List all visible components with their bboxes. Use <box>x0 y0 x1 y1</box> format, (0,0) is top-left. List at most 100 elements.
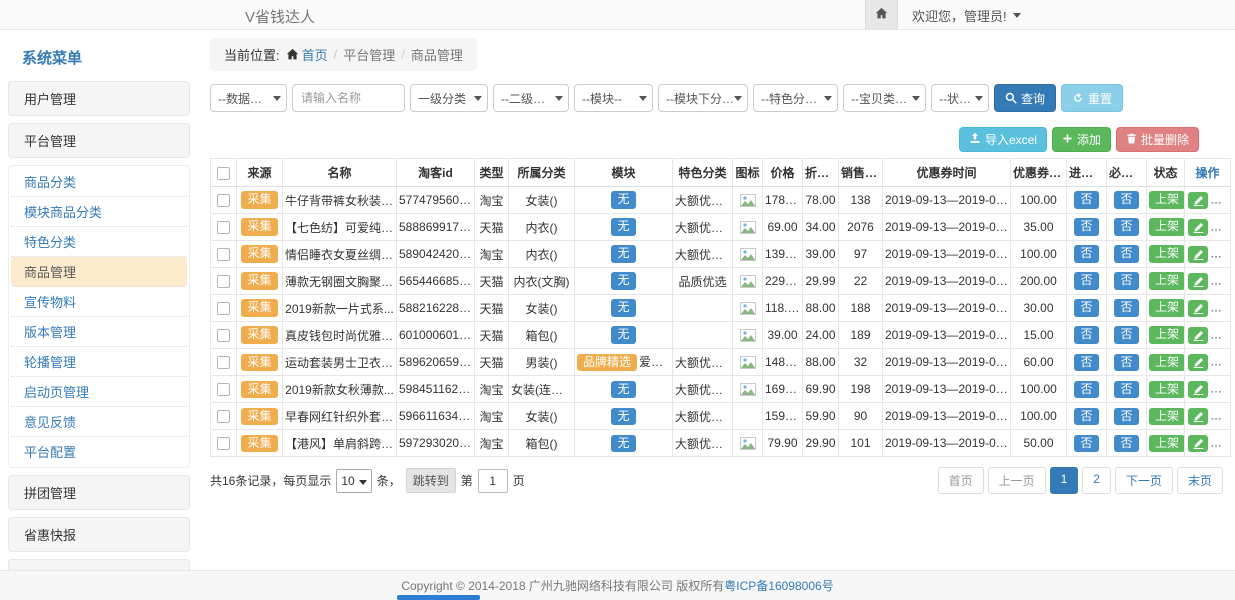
source-badge: 采集 <box>241 245 277 262</box>
status-badge[interactable]: 上架 <box>1149 326 1185 343</box>
status-badge[interactable]: 上架 <box>1149 299 1185 316</box>
level1-category-select[interactable]: 一级分类 <box>410 84 488 112</box>
status-select[interactable]: --状态-- <box>931 84 989 112</box>
edit-button[interactable] <box>1188 192 1208 209</box>
row-checkbox[interactable] <box>217 356 230 369</box>
row-checkbox[interactable] <box>217 383 230 396</box>
cell-status: 上架 <box>1147 322 1185 349</box>
sidebar-item-goods-mgmt[interactable]: 商品管理 <box>11 257 187 287</box>
import-select-toggle[interactable]: 否 <box>1074 218 1098 235</box>
search-button[interactable]: 查询 <box>994 84 1056 112</box>
cell-feature-category <box>673 295 733 322</box>
sidebar-item-goods-category[interactable]: 商品分类 <box>11 167 187 197</box>
bottom-scrollbar-thumb[interactable] <box>397 595 480 600</box>
status-badge[interactable]: 上架 <box>1149 354 1185 371</box>
edit-button[interactable] <box>1188 435 1208 452</box>
import-select-toggle[interactable]: 否 <box>1074 272 1098 289</box>
select-all-checkbox[interactable] <box>217 167 230 180</box>
icp-link[interactable]: 粤ICP备16098006号 <box>724 577 833 594</box>
must-buy-toggle[interactable]: 否 <box>1114 191 1138 208</box>
reset-button[interactable]: 重置 <box>1061 84 1123 112</box>
breadcrumb-home-link[interactable]: 首页 <box>286 45 328 64</box>
cell-import-select: 否 <box>1067 322 1107 349</box>
module-subcategory-select[interactable]: --模块下分类-- <box>658 84 748 112</box>
must-buy-toggle[interactable]: 否 <box>1114 435 1138 452</box>
user-menu[interactable]: 欢迎您，管理员! <box>898 6 1035 25</box>
page-button-下一页[interactable]: 下一页 <box>1115 467 1173 494</box>
row-checkbox[interactable] <box>217 302 230 315</box>
must-buy-toggle[interactable]: 否 <box>1114 272 1138 289</box>
per-page-select[interactable]: 10 <box>336 469 371 493</box>
item-type-select[interactable]: --宝贝类型-- <box>843 84 926 112</box>
module-select[interactable]: --模块-- <box>574 84 653 112</box>
import-select-toggle[interactable]: 否 <box>1074 408 1098 425</box>
import-select-toggle[interactable]: 否 <box>1074 435 1098 452</box>
must-buy-toggle[interactable]: 否 <box>1114 408 1138 425</box>
sidebar-item-feedback[interactable]: 意见反馈 <box>11 407 187 437</box>
must-buy-toggle[interactable]: 否 <box>1114 381 1138 398</box>
status-badge[interactable]: 上架 <box>1149 381 1185 398</box>
import-select-toggle[interactable]: 否 <box>1074 245 1098 262</box>
import-excel-button[interactable]: 导入excel <box>959 127 1047 152</box>
import-select-toggle[interactable]: 否 <box>1074 381 1098 398</box>
must-buy-toggle[interactable]: 否 <box>1114 218 1138 235</box>
jump-button[interactable]: 跳转到 <box>406 468 456 493</box>
sidebar-item-platform-config[interactable]: 平台配置 <box>11 437 187 466</box>
must-buy-toggle[interactable]: 否 <box>1114 299 1138 316</box>
sidebar-item-promo-materials[interactable]: 宣传物料 <box>11 287 187 317</box>
row-checkbox[interactable] <box>217 221 230 234</box>
row-checkbox[interactable] <box>217 329 230 342</box>
import-select-toggle[interactable]: 否 <box>1074 191 1098 208</box>
row-checkbox[interactable] <box>217 248 230 261</box>
status-badge[interactable]: 上架 <box>1149 245 1185 262</box>
status-badge[interactable]: 上架 <box>1149 272 1185 289</box>
sidebar-group-group-buy-mgmt[interactable]: 拼团管理 <box>8 475 190 510</box>
page-button-上一页[interactable]: 上一页 <box>988 467 1046 494</box>
must-buy-toggle[interactable]: 否 <box>1114 245 1138 262</box>
home-button[interactable] <box>865 0 898 30</box>
edit-button[interactable] <box>1188 381 1208 398</box>
page-button-末页[interactable]: 末页 <box>1177 467 1223 494</box>
sidebar-item-carousel-mgmt[interactable]: 轮播管理 <box>11 347 187 377</box>
name-input[interactable] <box>292 84 405 112</box>
sidebar-item-feature-category[interactable]: 特色分类 <box>11 227 187 257</box>
row-checkbox[interactable] <box>217 194 230 207</box>
edit-button[interactable] <box>1188 273 1208 290</box>
data-source-select[interactable]: --数据来源-- <box>210 84 287 112</box>
sidebar-item-module-goods-category[interactable]: 模块商品分类 <box>11 197 187 227</box>
jump-page-input[interactable] <box>478 469 508 493</box>
sidebar-item-version-mgmt[interactable]: 版本管理 <box>11 317 187 347</box>
sidebar-group-savings-express[interactable]: 省惠快报 <box>8 517 190 552</box>
add-button[interactable]: 添加 <box>1052 127 1111 152</box>
sidebar-group-user-mgmt[interactable]: 用户管理 <box>8 81 190 116</box>
import-select-toggle[interactable]: 否 <box>1074 326 1098 343</box>
edit-button[interactable] <box>1188 300 1208 317</box>
status-badge[interactable]: 上架 <box>1149 435 1185 452</box>
page-button-2[interactable]: 2 <box>1082 467 1111 494</box>
edit-button[interactable] <box>1188 219 1208 236</box>
import-select-toggle[interactable]: 否 <box>1074 299 1098 316</box>
batch-delete-button[interactable]: 批量删除 <box>1116 127 1199 152</box>
sidebar-group-platform-mgmt[interactable]: 平台管理 <box>8 123 190 158</box>
must-buy-toggle[interactable]: 否 <box>1114 354 1138 371</box>
sidebar-item-splash-page-mgmt[interactable]: 启动页管理 <box>11 377 187 407</box>
table-row: 采集运动套装男士卫衣初秋...589620659791天猫男装()品牌精选爱上运… <box>211 349 1231 376</box>
status-badge[interactable]: 上架 <box>1149 408 1185 425</box>
cell-taoke-id: 598451162391 <box>397 376 475 403</box>
edit-button[interactable] <box>1188 327 1208 344</box>
level2-category-select[interactable]: --二级分类-- <box>493 84 569 112</box>
page-button-1[interactable]: 1 <box>1050 467 1079 494</box>
row-checkbox[interactable] <box>217 410 230 423</box>
must-buy-toggle[interactable]: 否 <box>1114 326 1138 343</box>
feature-category-select[interactable]: --特色分类-- <box>753 84 838 112</box>
page-button-首页[interactable]: 首页 <box>938 467 984 494</box>
edit-button[interactable] <box>1188 408 1208 425</box>
row-checkbox[interactable] <box>217 275 230 288</box>
status-badge[interactable]: 上架 <box>1149 191 1185 208</box>
row-checkbox[interactable] <box>217 437 230 450</box>
status-badge[interactable]: 上架 <box>1149 218 1185 235</box>
import-select-toggle[interactable]: 否 <box>1074 354 1098 371</box>
module-badge: 无 <box>611 435 635 452</box>
edit-button[interactable] <box>1188 354 1208 371</box>
edit-button[interactable] <box>1188 246 1208 263</box>
